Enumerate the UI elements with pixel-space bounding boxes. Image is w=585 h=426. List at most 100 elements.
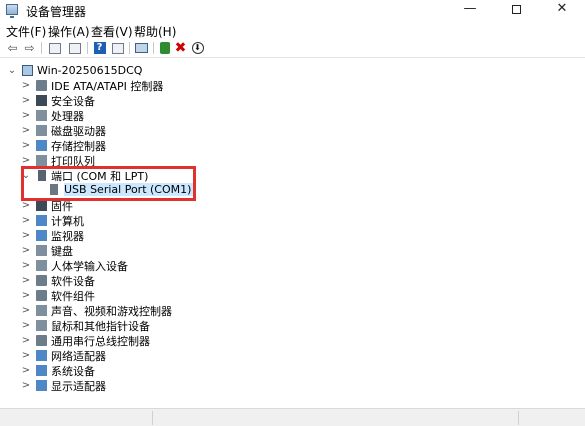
device-tree[interactable]: ⌄ Win-20250615DCQ > IDE ATA/ATAPI 控制器 > … bbox=[3, 58, 585, 408]
tree-category[interactable]: > 磁盘驱动器 bbox=[21, 123, 106, 138]
tree-category-label: 系统设备 bbox=[51, 364, 95, 378]
tree-category-label: 人体学输入设备 bbox=[51, 259, 128, 273]
tree-category[interactable]: > 系统设备 bbox=[21, 363, 95, 378]
tree-category[interactable]: > 声音、视频和游戏控制器 bbox=[21, 303, 172, 318]
close-button[interactable]: ✕ bbox=[539, 0, 585, 20]
tree-category-label: 计算机 bbox=[51, 214, 84, 228]
tree-category[interactable]: > 监视器 bbox=[21, 228, 84, 243]
tree-category[interactable]: > IDE ATA/ATAPI 控制器 bbox=[21, 78, 164, 93]
menu-view[interactable]: 查看(V) bbox=[91, 23, 133, 40]
tree-category[interactable]: > 网络适配器 bbox=[21, 348, 106, 363]
chevron-right-icon[interactable]: > bbox=[21, 348, 31, 363]
tree-root-label: Win-20250615DCQ bbox=[37, 64, 143, 77]
uninstall-button[interactable]: ✖ bbox=[172, 40, 189, 56]
tree-category[interactable]: > 通用串行总线控制器 bbox=[21, 333, 150, 348]
status-divider bbox=[518, 411, 519, 425]
chevron-right-icon[interactable]: > bbox=[21, 303, 31, 318]
chevron-right-icon[interactable]: > bbox=[21, 228, 31, 243]
chevron-right-icon[interactable]: > bbox=[21, 288, 31, 303]
tree-category-label: 处理器 bbox=[51, 109, 84, 123]
add-driver-button[interactable] bbox=[156, 40, 173, 56]
tree-category[interactable]: > 安全设备 bbox=[21, 93, 95, 108]
help-button[interactable]: ? bbox=[91, 40, 108, 56]
title-bar: 设备管理器 — ✕ bbox=[0, 0, 585, 20]
scan-hardware-button[interactable] bbox=[133, 40, 150, 56]
network-adapter-icon bbox=[36, 350, 47, 361]
chevron-down-icon[interactable]: ⌄ bbox=[7, 63, 17, 78]
tree-category[interactable]: > 软件设备 bbox=[21, 273, 95, 288]
firmware-icon bbox=[36, 200, 47, 211]
status-divider bbox=[152, 411, 153, 425]
properties-icon bbox=[68, 42, 81, 54]
tree-category-label: 存储控制器 bbox=[51, 139, 106, 153]
mouse-icon bbox=[36, 320, 47, 331]
view-button[interactable] bbox=[109, 40, 126, 56]
chevron-right-icon[interactable]: > bbox=[21, 213, 31, 228]
processor-icon bbox=[36, 110, 47, 121]
tree-category-label: 网络适配器 bbox=[51, 349, 106, 363]
chevron-right-icon[interactable]: > bbox=[21, 243, 31, 258]
chevron-right-icon[interactable]: > bbox=[21, 333, 31, 348]
system-device-icon bbox=[36, 365, 47, 376]
chevron-right-icon[interactable]: > bbox=[21, 273, 31, 288]
menu-action[interactable]: 操作(A) bbox=[48, 23, 90, 40]
tree-category[interactable]: > 软件组件 bbox=[21, 288, 95, 303]
software-component-icon bbox=[36, 290, 47, 301]
chevron-right-icon[interactable]: > bbox=[21, 78, 31, 93]
tree-category-label: 键盘 bbox=[51, 244, 73, 258]
print-queue-icon bbox=[36, 155, 47, 166]
download-icon: ⬇ bbox=[191, 42, 204, 54]
tree-category-label: 磁盘驱动器 bbox=[51, 124, 106, 138]
tree-category[interactable]: > 显示适配器 bbox=[21, 378, 106, 393]
tree-category[interactable]: > 键盘 bbox=[21, 243, 73, 258]
menu-bar: 文件(F) 操作(A) 查看(V) 帮助(H) bbox=[0, 20, 585, 39]
forward-button[interactable]: ⇨ bbox=[21, 40, 38, 56]
computer-icon bbox=[36, 215, 47, 226]
security-device-icon bbox=[36, 95, 47, 106]
update-driver-button[interactable]: ⬇ bbox=[189, 40, 206, 56]
uninstall-icon: ✖ bbox=[174, 40, 187, 56]
tree-category-label: 鼠标和其他指针设备 bbox=[51, 319, 150, 333]
tree-category[interactable]: > 人体学输入设备 bbox=[21, 258, 128, 273]
sound-icon bbox=[36, 305, 47, 316]
chevron-right-icon[interactable]: > bbox=[21, 318, 31, 333]
chevron-right-icon[interactable]: > bbox=[21, 123, 31, 138]
tree-category-label: 声音、视频和游戏控制器 bbox=[51, 304, 172, 318]
help-icon: ? bbox=[93, 42, 106, 54]
chevron-right-icon[interactable]: > bbox=[21, 93, 31, 108]
chevron-right-icon[interactable]: > bbox=[21, 258, 31, 273]
window-title: 设备管理器 bbox=[26, 5, 87, 19]
show-hide-console-tree-button[interactable] bbox=[46, 40, 63, 56]
ide-controller-icon bbox=[36, 80, 47, 91]
toolbar-separator bbox=[153, 42, 154, 54]
toolbar-separator bbox=[87, 42, 88, 54]
minimize-button[interactable]: — bbox=[447, 0, 493, 20]
add-driver-icon bbox=[159, 42, 170, 54]
monitor-icon bbox=[36, 230, 47, 241]
tree-category-label: 监视器 bbox=[51, 229, 84, 243]
tree-root[interactable]: ⌄ Win-20250615DCQ bbox=[7, 63, 143, 78]
device-manager-icon bbox=[6, 4, 18, 18]
view-icon bbox=[111, 42, 124, 54]
tree-category[interactable]: > 计算机 bbox=[21, 213, 84, 228]
tree-category-label: 软件组件 bbox=[51, 289, 95, 303]
display-adapter-icon bbox=[36, 380, 47, 391]
chevron-right-icon[interactable]: > bbox=[21, 108, 31, 123]
keyboard-icon bbox=[36, 245, 47, 256]
tree-category-label: 安全设备 bbox=[51, 94, 95, 108]
chevron-right-icon[interactable]: > bbox=[21, 138, 31, 153]
status-bar bbox=[0, 408, 585, 426]
tree-category[interactable]: > 处理器 bbox=[21, 108, 84, 123]
menu-help[interactable]: 帮助(H) bbox=[134, 23, 176, 40]
chevron-right-icon[interactable]: > bbox=[21, 378, 31, 393]
chevron-right-icon[interactable]: > bbox=[21, 363, 31, 378]
menu-file[interactable]: 文件(F) bbox=[6, 23, 46, 40]
maximize-button[interactable] bbox=[493, 0, 539, 20]
tree-category[interactable]: > 存储控制器 bbox=[21, 138, 106, 153]
highlight-box bbox=[21, 166, 196, 201]
back-button[interactable]: ⇦ bbox=[4, 40, 21, 56]
properties-button[interactable] bbox=[66, 40, 83, 56]
usb-icon bbox=[36, 335, 47, 346]
tree-category-label: IDE ATA/ATAPI 控制器 bbox=[51, 79, 164, 93]
tree-category[interactable]: > 鼠标和其他指针设备 bbox=[21, 318, 150, 333]
